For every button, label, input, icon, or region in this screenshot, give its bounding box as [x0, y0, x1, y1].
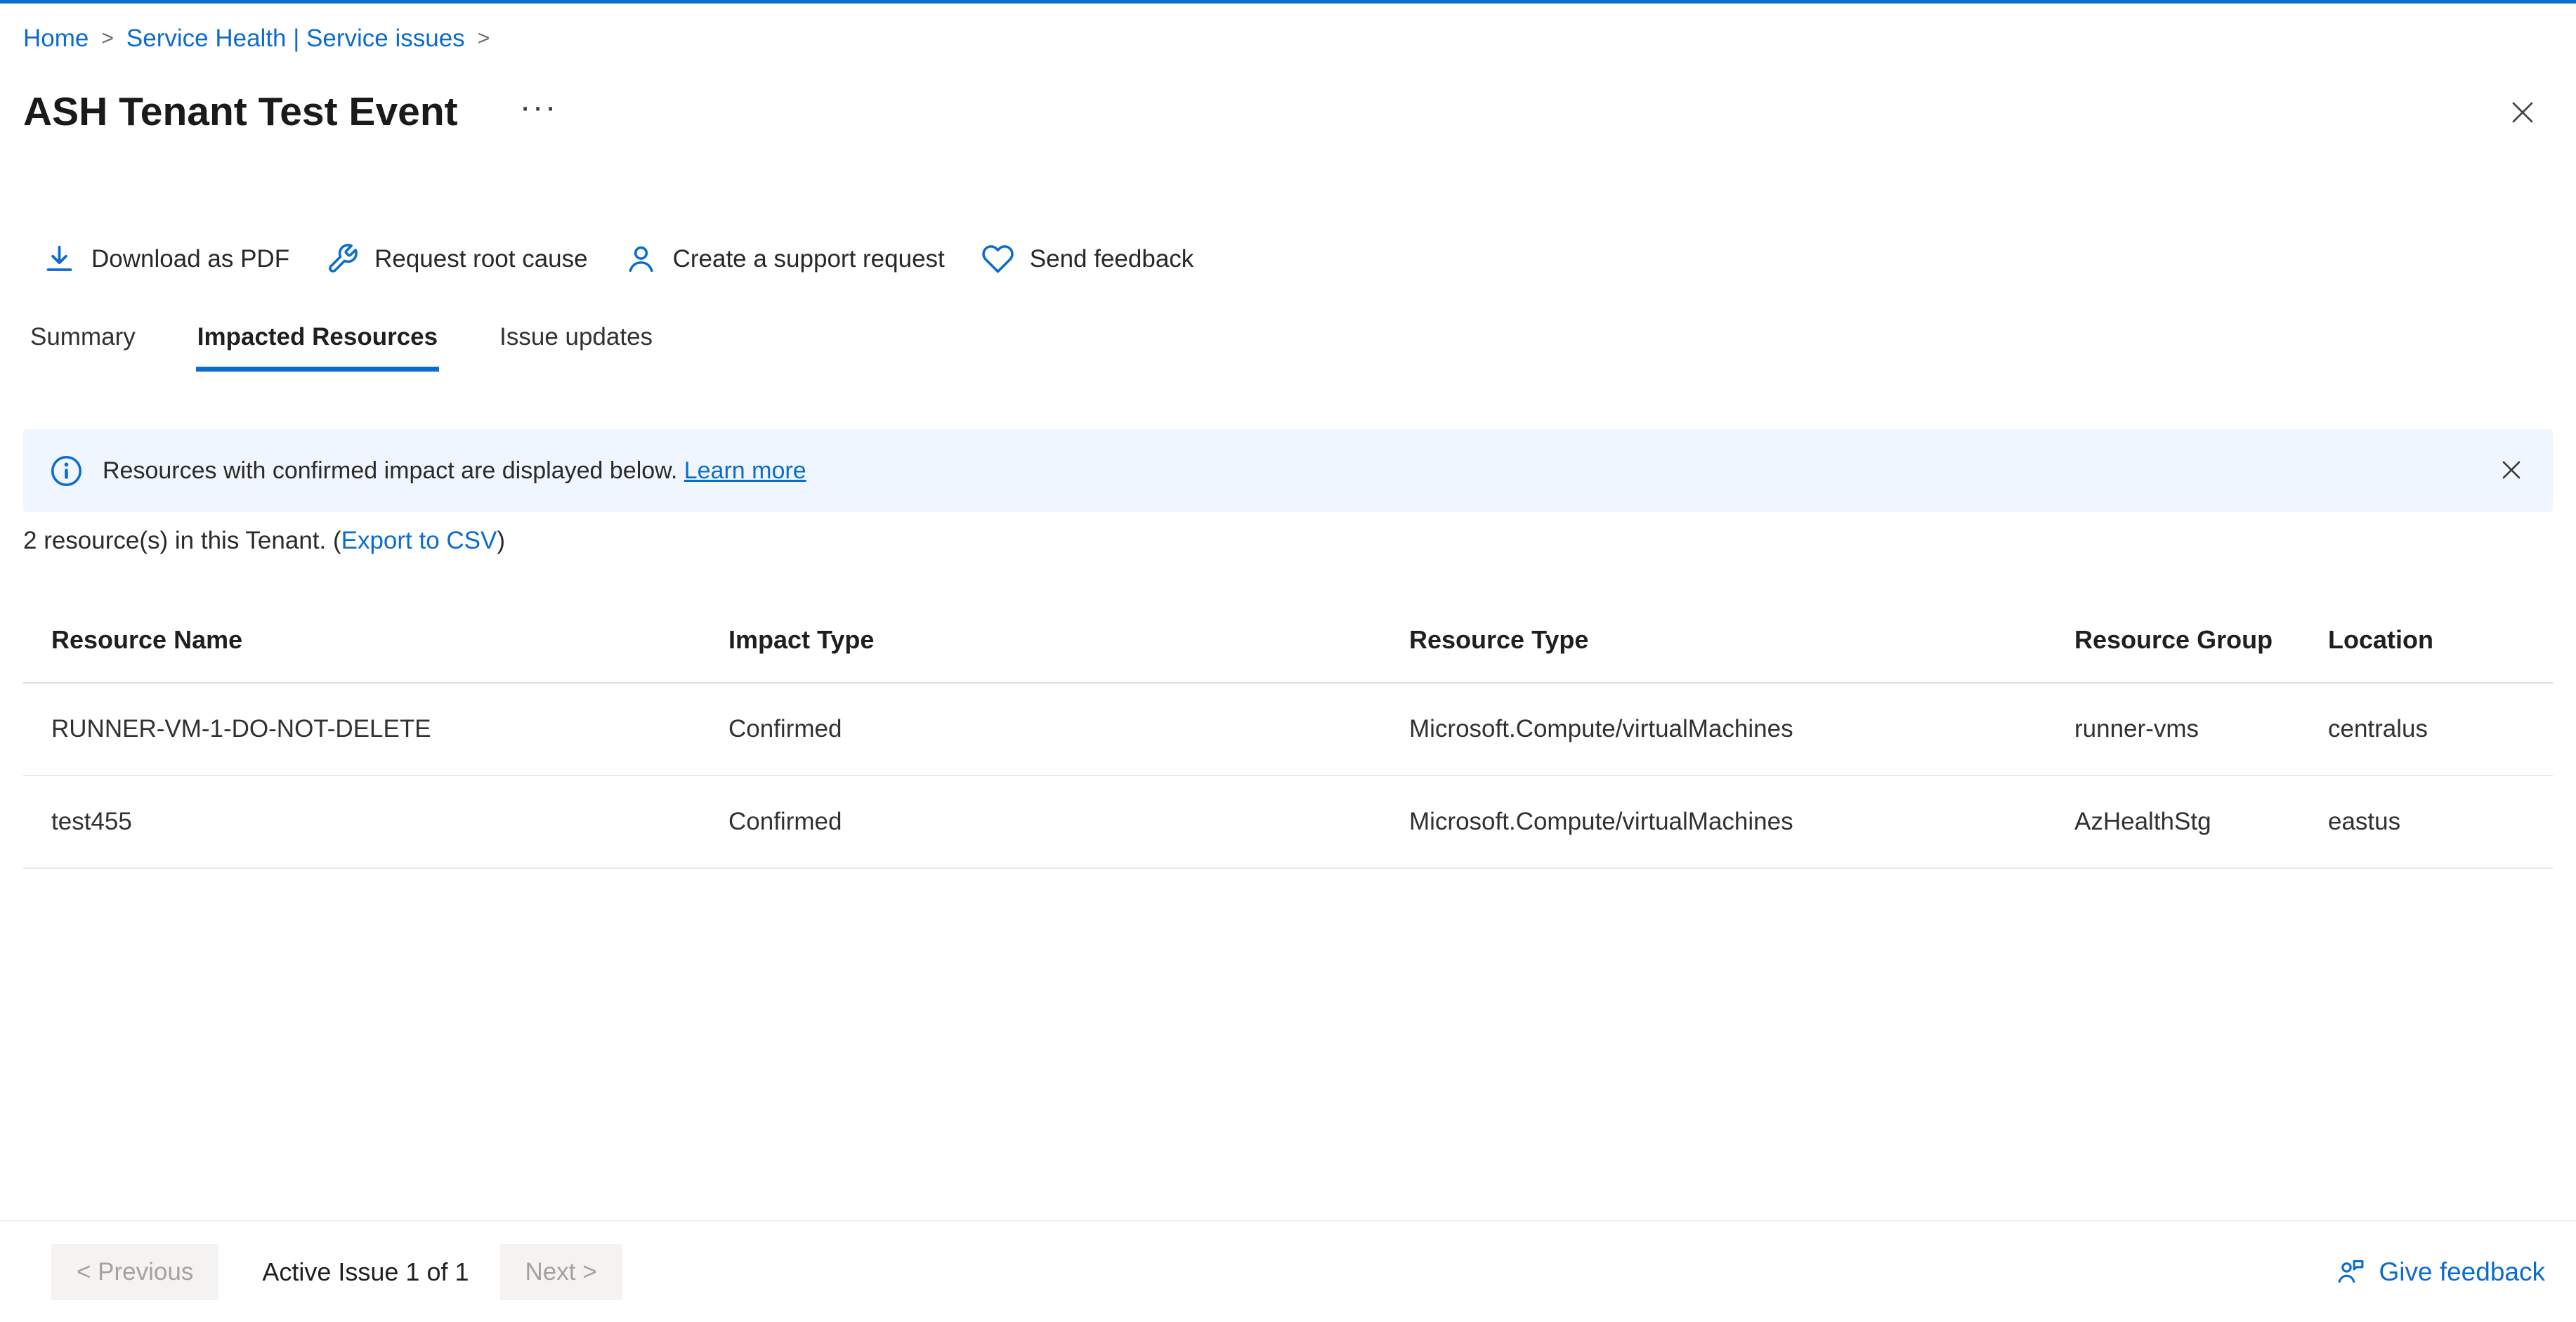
send-feedback-button[interactable]: Send feedback [981, 235, 1194, 282]
download-pdf-button[interactable]: Download as PDF [43, 235, 289, 282]
column-header-impact-type: Impact Type [700, 625, 1381, 655]
table-header-row: Resource Name Impact Type Resource Type … [23, 598, 2553, 683]
cell-location: eastus [2300, 808, 2553, 836]
info-icon [50, 454, 83, 487]
column-header-location: Location [2300, 625, 2553, 655]
breadcrumb-home[interactable]: Home [23, 25, 89, 53]
toolbar-label: Download as PDF [91, 245, 289, 273]
breadcrumb-separator-icon: > [478, 27, 490, 51]
toolbar-label: Create a support request [673, 245, 945, 273]
info-banner-message: Resources with confirmed impact are disp… [103, 457, 677, 484]
more-options-button[interactable]: ··· [514, 91, 563, 124]
feedback-icon [2335, 1257, 2366, 1288]
breadcrumb: Home > Service Health | Service issues > [23, 4, 2553, 53]
resource-count-prefix: 2 resource(s) in this Tenant. ( [23, 527, 341, 554]
table-row: test455 Confirmed Microsoft.Compute/virt… [23, 776, 2553, 869]
cell-resource-type: Microsoft.Compute/virtualMachines [1381, 808, 2046, 836]
cell-resource-name: test455 [23, 808, 700, 836]
cell-resource-name: RUNNER-VM-1-DO-NOT-DELETE [23, 715, 700, 743]
create-support-request-button[interactable]: Create a support request [625, 235, 945, 282]
issue-pager-footer: < Previous Active Issue 1 of 1 Next > Gi… [0, 1220, 2576, 1322]
info-banner-text: Resources with confirmed impact are disp… [103, 457, 806, 485]
breadcrumb-service-health[interactable]: Service Health | Service issues [126, 25, 465, 53]
title-row: ASH Tenant Test Event ··· [23, 88, 2553, 136]
cell-location: centralus [2300, 715, 2553, 743]
impacted-resources-table: Resource Name Impact Type Resource Type … [23, 598, 2553, 869]
cell-resource-type: Microsoft.Compute/virtualMachines [1381, 715, 2046, 743]
request-root-cause-button[interactable]: Request root cause [326, 235, 588, 282]
toolbar-label: Request root cause [374, 245, 588, 273]
tab-bar: Summary Impacted Resources Issue updates [29, 313, 2553, 372]
cell-impact-type: Confirmed [700, 808, 1381, 836]
resource-count-line: 2 resource(s) in this Tenant. (Export to… [23, 527, 2553, 555]
toolbar-label: Send feedback [1030, 245, 1194, 273]
learn-more-link[interactable]: Learn more [684, 457, 806, 484]
azure-service-issue-page: { "colors": { "accent_link": "#0b6cce", … [0, 0, 2576, 1322]
export-csv-link[interactable]: Export to CSV [341, 527, 497, 554]
column-header-resource-name: Resource Name [23, 625, 700, 655]
close-icon [2499, 458, 2523, 484]
command-bar: Download as PDF Request root cause Creat… [43, 235, 2553, 282]
tab-impacted-resources[interactable]: Impacted Resources [196, 313, 439, 372]
cell-resource-group: AzHealthStg [2046, 808, 2300, 836]
give-feedback-link[interactable]: Give feedback [2335, 1257, 2545, 1288]
download-icon [43, 242, 76, 275]
cell-impact-type: Confirmed [700, 715, 1381, 743]
person-icon [625, 242, 658, 275]
table-row: RUNNER-VM-1-DO-NOT-DELETE Confirmed Micr… [23, 683, 2553, 776]
tab-issue-updates[interactable]: Issue updates [498, 313, 654, 372]
give-feedback-label: Give feedback [2379, 1257, 2545, 1287]
issue-counter: Active Issue 1 of 1 [262, 1257, 469, 1287]
page-title: ASH Tenant Test Event [23, 88, 458, 136]
wrench-icon [326, 242, 359, 275]
column-header-resource-type: Resource Type [1381, 625, 2046, 655]
column-header-resource-group: Resource Group [2046, 625, 2300, 655]
info-banner: Resources with confirmed impact are disp… [23, 429, 2553, 512]
breadcrumb-separator-icon: > [101, 27, 114, 51]
cell-resource-group: runner-vms [2046, 715, 2300, 743]
heart-icon [981, 242, 1014, 275]
tab-summary[interactable]: Summary [29, 313, 137, 372]
close-button[interactable] [2503, 93, 2542, 134]
banner-close-button[interactable] [2495, 454, 2528, 488]
resource-count-suffix: ) [497, 527, 505, 554]
close-icon [2509, 98, 2537, 129]
next-issue-button[interactable]: Next > [500, 1244, 622, 1300]
previous-issue-button[interactable]: < Previous [51, 1244, 218, 1300]
main-content: Home > Service Health | Service issues >… [0, 4, 2576, 869]
